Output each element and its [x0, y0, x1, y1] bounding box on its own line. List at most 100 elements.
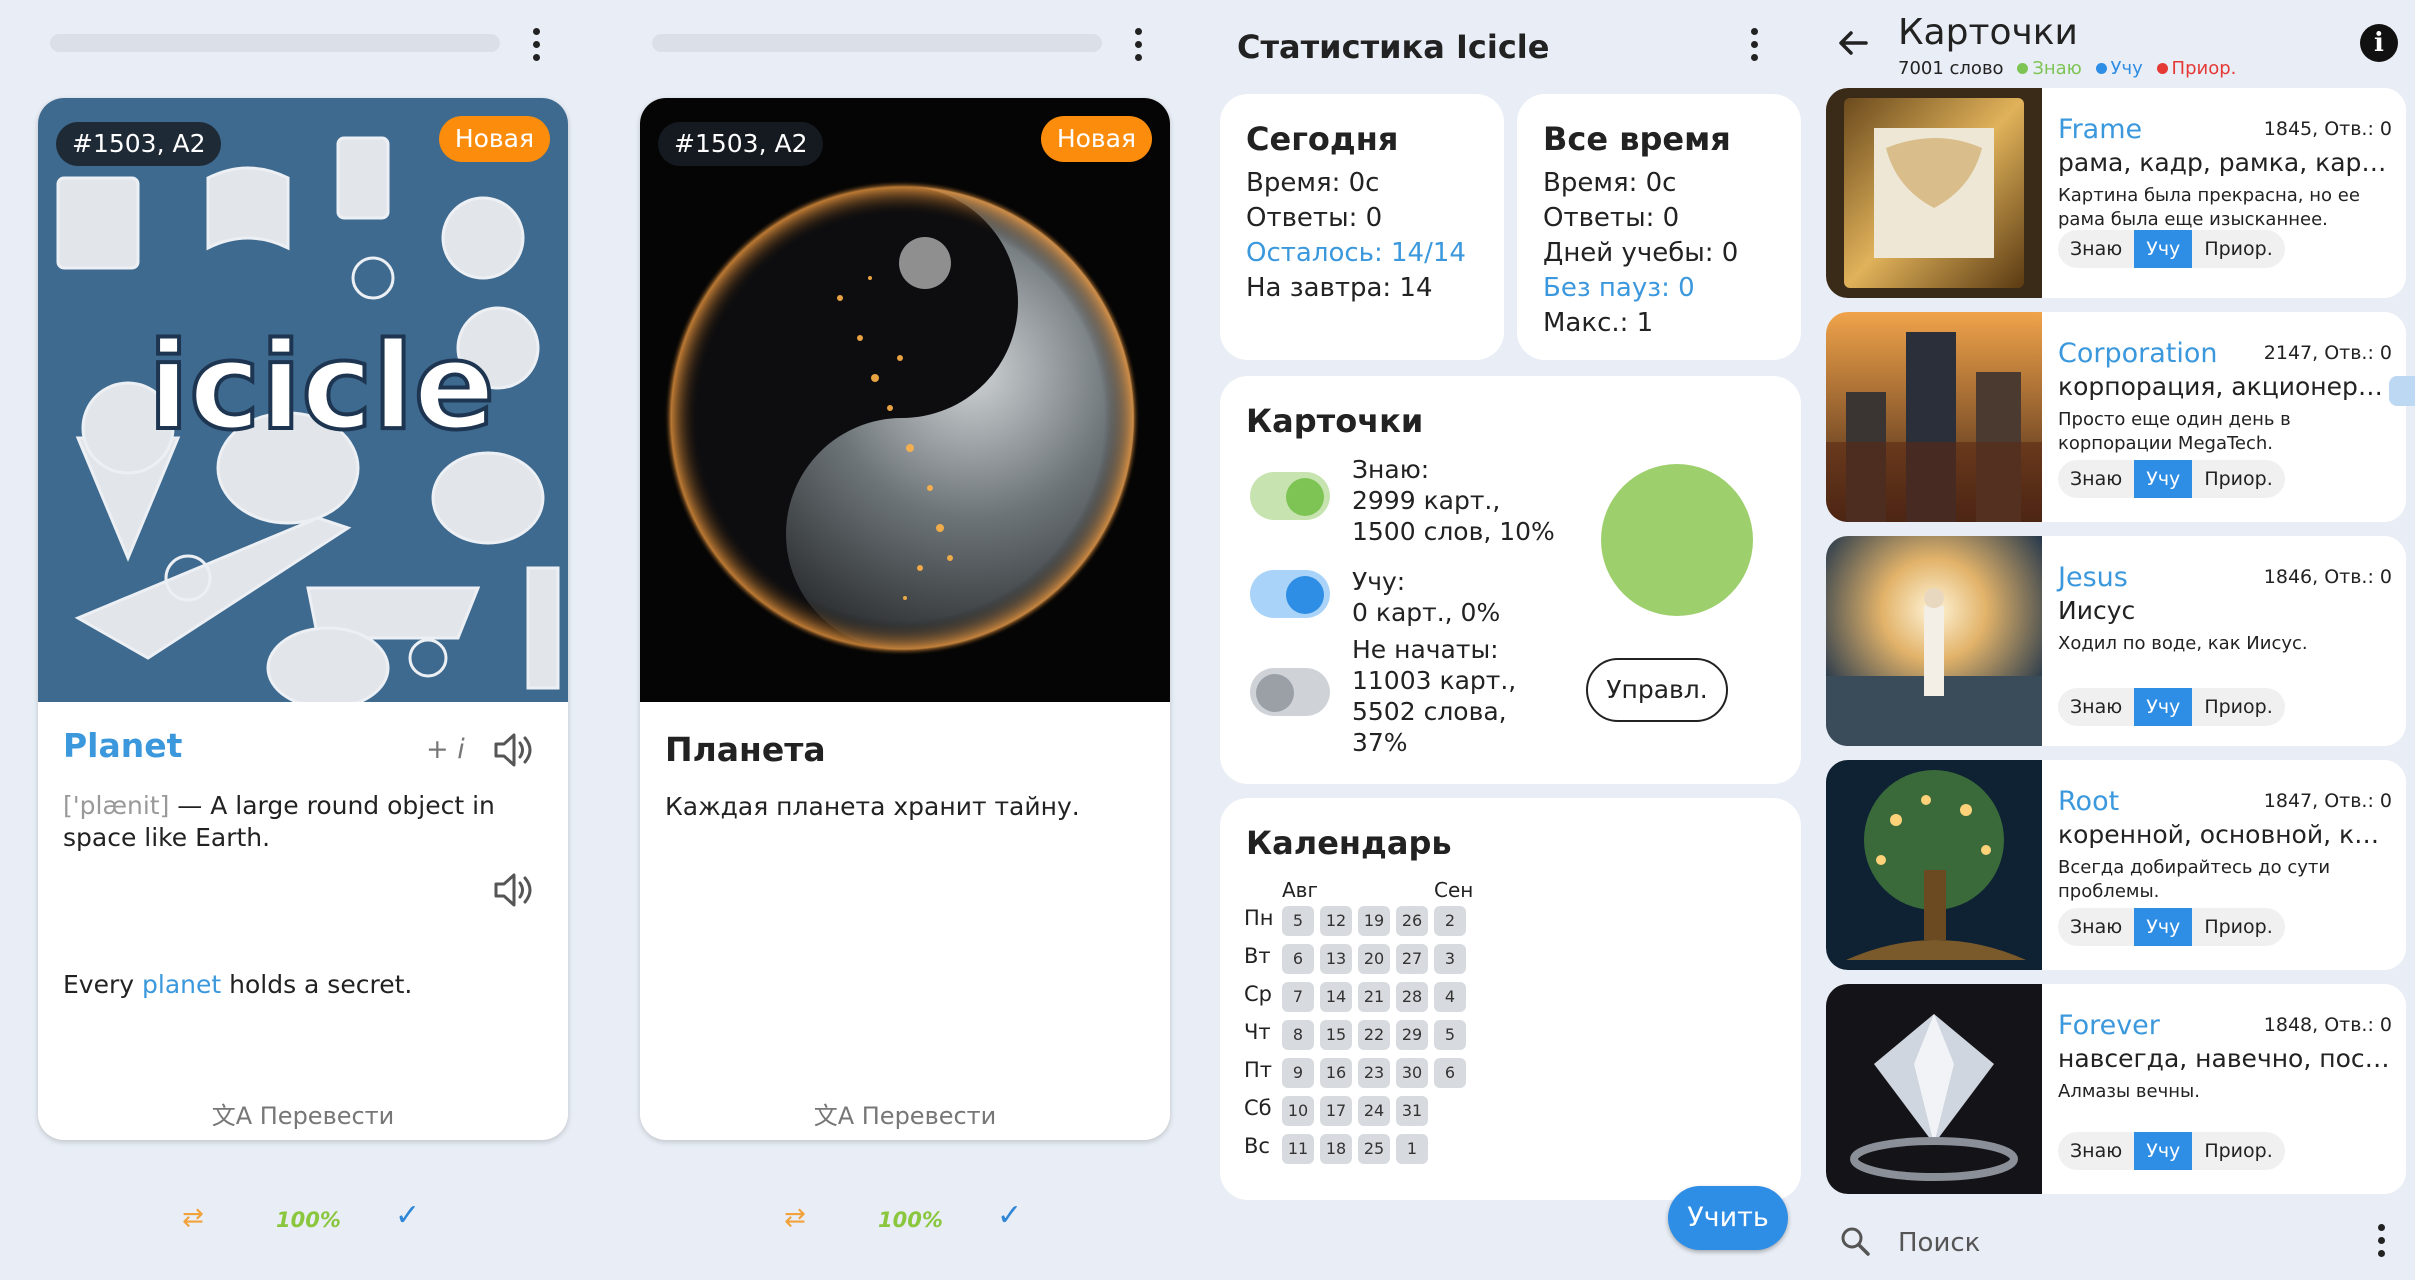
- know-chip[interactable]: Знаю: [2058, 460, 2134, 498]
- know-chip[interactable]: Знаю: [2058, 688, 2134, 726]
- card-thumbnail: [1826, 760, 2042, 970]
- calendar-day-cell: 1: [1396, 1134, 1428, 1164]
- card-translation-sentence: Каждая планета хранит тайну.: [665, 792, 1080, 821]
- notstarted-toggle[interactable]: [1250, 668, 1330, 716]
- learn-chip[interactable]: Учу: [2134, 688, 2193, 726]
- calendar-day-cell: 10: [1282, 1096, 1314, 1126]
- alltime-title: Все время: [1543, 120, 1731, 158]
- speaker-icon[interactable]: [492, 870, 536, 910]
- flashcard[interactable]: icicle #1503, A2 Новая Planet + i ['plæn…: [38, 98, 568, 1140]
- calendar-day-cell: 2: [1434, 906, 1466, 936]
- more-menu-icon[interactable]: [1734, 24, 1774, 64]
- check-icon[interactable]: ✓: [395, 1198, 420, 1233]
- calendar-day-cell: 6: [1282, 944, 1314, 974]
- notstarted-value: 11003 карт.,: [1352, 666, 1517, 695]
- card-list-item[interactable]: Corporation 2147, Отв.: 0 корпорация, акци…: [1826, 312, 2406, 522]
- card-list-item[interactable]: Root 1847, Отв.: 0 коренной, основной, кор…: [1826, 760, 2406, 970]
- add-info-button[interactable]: + i: [426, 734, 465, 765]
- learn-chip[interactable]: Учу: [2134, 230, 2193, 268]
- item-example: Просто еще один день в корпорации MegaTe…: [2058, 409, 2291, 454]
- notstarted-value: 37%: [1352, 728, 1408, 757]
- know-chip[interactable]: Знаю: [2058, 1132, 2134, 1170]
- search-bar[interactable]: Поиск: [1806, 1212, 2415, 1272]
- flashcard-back-panel: #1503, A2 Новая Планета Каждая планета х…: [602, 0, 1204, 1280]
- calendar-card: Календарь Авг Сен Пн Вт Ср Чт Пт Сб Вс 5 6 7 8 9 10 11 1…: [1220, 798, 1801, 1200]
- item-translation: корпорация, акционерное общество: [2058, 372, 2394, 401]
- translate-button[interactable]: 文A Перевести: [38, 1096, 568, 1131]
- today-title: Сегодня: [1246, 120, 1399, 158]
- prior-chip[interactable]: Приор.: [2192, 688, 2284, 726]
- translate-button[interactable]: 文A Перевести: [640, 1096, 1170, 1131]
- calendar-day-cell: 20: [1358, 944, 1390, 974]
- know-chip[interactable]: Знаю: [2058, 908, 2134, 946]
- cards-title: Карточки: [1246, 402, 1424, 440]
- prior-chip[interactable]: Приор.: [2192, 460, 2284, 498]
- more-menu-icon[interactable]: [516, 24, 556, 64]
- swap-icon[interactable]: ⇄: [784, 1203, 806, 1233]
- prior-chip[interactable]: Приор.: [2192, 230, 2284, 268]
- more-menu-icon[interactable]: [1118, 24, 1158, 64]
- calendar-day-cell: 9: [1282, 1058, 1314, 1088]
- calendar-day-cell: 18: [1320, 1134, 1352, 1164]
- know-value: 1500 слов, 10%: [1352, 517, 1555, 546]
- manage-button[interactable]: Управл.: [1586, 658, 1728, 722]
- percent-button[interactable]: 100%: [276, 1208, 341, 1232]
- today-answers: Ответы: 0: [1246, 203, 1383, 233]
- check-icon[interactable]: ✓: [997, 1198, 1022, 1233]
- card-image: [640, 98, 1170, 702]
- calendar-day-cell: 30: [1396, 1058, 1428, 1088]
- search-input[interactable]: Поиск: [1898, 1228, 1980, 1258]
- today-stats: Время: 0с Ответы: 0 Осталось: 14/14 На з…: [1246, 166, 1466, 306]
- know-chip[interactable]: Знаю: [2058, 230, 2134, 268]
- status-chips: Знаю Учу Приор.: [2058, 460, 2285, 498]
- alltime-max: Макс.: 1: [1543, 308, 1654, 338]
- learn-button[interactable]: Учить: [1668, 1186, 1788, 1250]
- status-chips: Знаю Учу Приор.: [2058, 230, 2285, 268]
- calendar-day-cell: 4: [1434, 982, 1466, 1012]
- info-icon[interactable]: i: [2360, 24, 2398, 62]
- more-menu-icon[interactable]: [2361, 1220, 2401, 1260]
- example-text: holds a secret.: [221, 970, 413, 999]
- learn-chip[interactable]: Учу: [2134, 1132, 2193, 1170]
- cards-pie-chart: [1601, 464, 1753, 616]
- item-translation: рама, кадр, рамка, каркас: [2058, 148, 2394, 177]
- percent-button[interactable]: 100%: [878, 1208, 943, 1232]
- card-list-item[interactable]: Frame 1845, Отв.: 0 рама, кадр, рамка, кар…: [1826, 88, 2406, 298]
- item-word: Root: [2058, 786, 2120, 817]
- today-tomorrow: На завтра: 14: [1246, 273, 1433, 303]
- prior-chip[interactable]: Приор.: [2192, 908, 2284, 946]
- calendar-day-label: Пт: [1244, 1058, 1273, 1082]
- learn-chip[interactable]: Учу: [2134, 460, 2193, 498]
- calendar-month-label: Авг: [1282, 878, 1318, 902]
- item-meta: 1848, Отв.: 0: [2263, 1014, 2392, 1036]
- card-translation-word: Планета: [665, 730, 826, 769]
- scroll-handle[interactable]: [2389, 376, 2415, 406]
- swap-icon[interactable]: ⇄: [182, 1203, 204, 1233]
- card-thumbnail: [1826, 88, 2042, 298]
- item-translation: навсегда, навечно, постоянно: [2058, 1044, 2394, 1073]
- new-badge: Новая: [1040, 116, 1152, 162]
- cards-card: Карточки Знаю: 2999 карт., 1500 слов, 10…: [1220, 376, 1801, 784]
- item-word: Corporation: [2058, 338, 2218, 369]
- flashcard[interactable]: #1503, A2 Новая Планета Каждая планета х…: [640, 98, 1170, 1140]
- logo-text: icicle: [148, 318, 495, 457]
- learn-chip[interactable]: Учу: [2134, 908, 2193, 946]
- calendar-day-cell: 31: [1396, 1096, 1428, 1126]
- transcription: ['plænit]: [63, 791, 170, 820]
- card-list-item[interactable]: Forever 1848, Отв.: 0 навсегда, навечно, п…: [1826, 984, 2406, 1194]
- item-example: Ходил по воде, как Иисус.: [2058, 633, 2308, 654]
- learn-toggle[interactable]: [1250, 570, 1330, 618]
- calendar-day-cell: 24: [1358, 1096, 1390, 1126]
- statistics-panel: Статистика Icicle Сегодня Время: 0с Отве…: [1204, 0, 1806, 1280]
- calendar-day-cell: 8: [1282, 1020, 1314, 1050]
- calendar-month-label: Сен: [1434, 878, 1474, 902]
- calendar-day-label: Вс: [1244, 1134, 1270, 1158]
- speaker-icon[interactable]: [492, 730, 536, 770]
- prior-chip[interactable]: Приор.: [2192, 1132, 2284, 1170]
- calendar-day-cell: 16: [1320, 1058, 1352, 1088]
- know-stats: Знаю: 2999 карт., 1500 слов, 10%: [1352, 454, 1555, 547]
- back-arrow-icon[interactable]: [1836, 26, 1870, 69]
- card-list-item[interactable]: Jesus 1846, Отв.: 0 Иисус Ходил по воде, ка…: [1826, 536, 2406, 746]
- know-toggle[interactable]: [1250, 472, 1330, 520]
- calendar-day-label: Ср: [1244, 982, 1272, 1006]
